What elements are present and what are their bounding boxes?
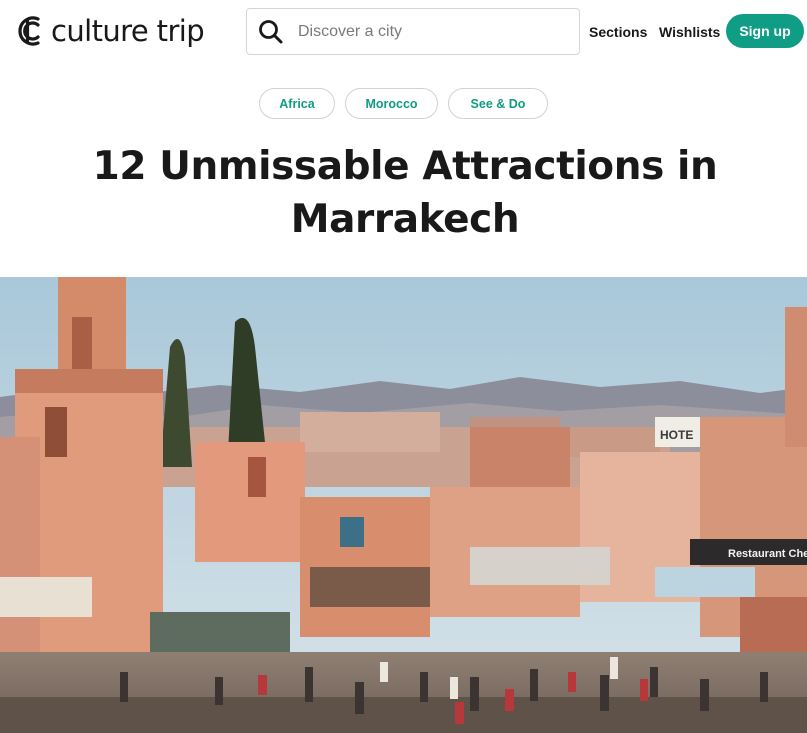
marrakech-square-photo: HOTE Restaurant Che: [0, 277, 807, 733]
nav-wishlists-link[interactable]: Wishlists: [659, 24, 720, 40]
hotel-sign-text: HOTE: [660, 428, 693, 442]
article-title-line-2: Marrakech: [290, 197, 520, 242]
search-box[interactable]: [246, 8, 580, 55]
search-input[interactable]: [298, 22, 558, 41]
search-icon[interactable]: [258, 19, 284, 45]
site-logo[interactable]: culture trip: [14, 14, 205, 48]
logo-text: culture trip: [51, 14, 205, 48]
nav-sections-link[interactable]: Sections: [589, 24, 647, 40]
hero-image: HOTE Restaurant Che: [0, 277, 807, 733]
tag-see-and-do[interactable]: See & Do: [448, 88, 548, 119]
article-title-line-1: 12 Unmissable Attractions in: [92, 144, 718, 189]
restaurant-sign-text: Restaurant Che: [728, 548, 807, 560]
tag-morocco[interactable]: Morocco: [345, 88, 438, 119]
site-header: culture trip Sections Wishlists Sign up: [0, 0, 807, 62]
tag-list: Africa Morocco See & Do: [0, 88, 807, 119]
sign-up-button[interactable]: Sign up: [726, 14, 804, 48]
article-title: 12 Unmissable Attractions in Marrakech: [60, 140, 750, 246]
tag-africa[interactable]: Africa: [259, 88, 335, 119]
culture-trip-logo-icon: [18, 16, 40, 46]
